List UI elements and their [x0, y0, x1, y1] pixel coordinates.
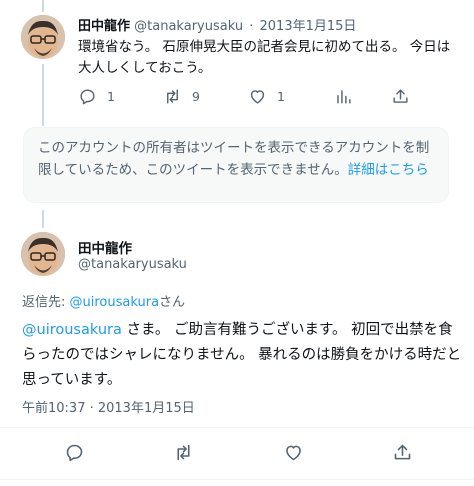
share-icon — [393, 88, 408, 103]
user-handle[interactable]: @tanakaryusaku — [134, 19, 243, 34]
tweet-actions: 1 9 1 — [78, 86, 408, 106]
thread-line-lower — [42, 210, 44, 228]
main-reply-button[interactable] — [64, 442, 85, 463]
reply-icon — [66, 444, 83, 462]
views-icon — [337, 89, 351, 104]
mention-link[interactable]: @uirousakura — [22, 322, 122, 338]
share-button[interactable] — [391, 87, 410, 106]
main-share-button[interactable] — [392, 442, 413, 463]
share-icon — [394, 444, 411, 460]
tweet-header: 田中龍作 @tanakaryusaku · 2013年1月15日 — [78, 15, 356, 34]
main-tweet-text: @uirousakura さま。 ご助言有難うございます。 初回で出禁を食らった… — [22, 318, 462, 393]
tweet-date[interactable]: 2013年1月15日 — [260, 19, 357, 34]
reply-count: 1 — [107, 88, 115, 104]
retweet-button[interactable]: 9 — [163, 87, 200, 106]
reply-icon — [80, 88, 95, 104]
tweet-text: 環境省なう。 石原伸晃大臣の記者会見に初めて出る。 今日は大人しくしておこう。 — [78, 39, 451, 76]
restricted-tweet-notice: このアカウントの所有者はツイートを表示できるアカウントを制限しているため、このツ… — [23, 127, 449, 203]
reply-to-mention[interactable]: @uirousakura — [70, 295, 160, 310]
divider-bottom — [0, 479, 474, 480]
divider-top — [0, 427, 474, 428]
separator: · — [249, 19, 254, 34]
learn-more-link[interactable]: 詳細はこちら — [348, 162, 429, 178]
like-button[interactable]: 1 — [248, 87, 285, 106]
main-avatar[interactable] — [21, 232, 65, 276]
main-user-handle[interactable]: @tanakaryusaku — [78, 257, 187, 272]
main-tweet-actions — [0, 438, 474, 468]
thread-line-top — [42, 0, 44, 12]
thread-line-connector — [42, 64, 44, 126]
retweet-count: 9 — [192, 88, 200, 104]
avatar[interactable] — [21, 15, 65, 59]
reply-to-suffix: さん — [159, 295, 186, 310]
like-icon — [286, 445, 301, 461]
reply-button[interactable]: 1 — [78, 87, 115, 106]
reply-to-prefix: 返信先: — [22, 295, 70, 310]
display-name[interactable]: 田中龍作 — [78, 19, 130, 34]
views-button[interactable] — [334, 87, 353, 106]
avatar-portrait-icon — [21, 15, 65, 59]
like-icon — [250, 89, 265, 104]
avatar-portrait-icon — [21, 232, 65, 276]
retweet-icon — [167, 88, 178, 104]
tweet-timestamp[interactable]: 午前10:37 · 2013年1月15日 — [22, 397, 195, 416]
main-retweet-button[interactable] — [173, 442, 194, 463]
retweet-icon — [177, 444, 190, 461]
main-display-name[interactable]: 田中龍作 — [78, 237, 132, 257]
like-count: 1 — [277, 88, 285, 104]
reply-to-line: 返信先: @uirousakuraさん — [22, 291, 185, 310]
main-like-button[interactable] — [283, 442, 304, 463]
